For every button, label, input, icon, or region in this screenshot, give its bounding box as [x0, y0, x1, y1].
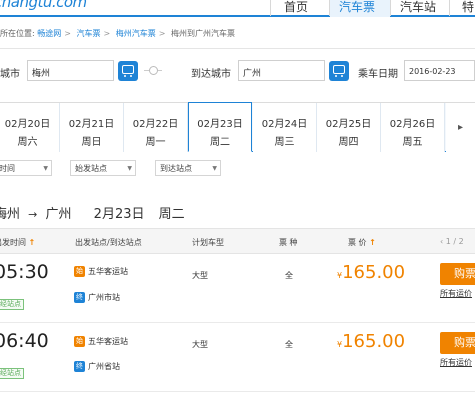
- breadcrumb-link[interactable]: 畅途网: [37, 29, 61, 38]
- breadcrumb-link[interactable]: 汽车票: [77, 29, 101, 38]
- sort-time-header[interactable]: 出发时间 ↑: [0, 237, 35, 248]
- date-tab[interactable]: 02月24日 周三: [253, 103, 317, 152]
- all-fares-link[interactable]: 所有运价: [440, 357, 472, 368]
- breadcrumb-sep: >: [64, 29, 71, 38]
- bus-type: 大型: [192, 340, 208, 349]
- date-tabs: 02月20日 周六 02月21日 周日 02月22日 周一 02月23日 周二 02月2…: [0, 102, 475, 152]
- end-station[interactable]: 终广州省站: [74, 361, 120, 372]
- route-connector-icon: [144, 65, 162, 77]
- nav-home[interactable]: 首页: [284, 0, 308, 15]
- start-icon: 始: [74, 336, 85, 347]
- buy-button[interactable]: 购票: [440, 263, 475, 285]
- end-icon: 终: [74, 361, 85, 372]
- bus-type-header: 计划车型: [192, 238, 224, 247]
- date-tab[interactable]: 02月21日 周日: [60, 103, 124, 152]
- via-stops-tag[interactable]: 经站点: [0, 299, 24, 310]
- depart-time: 06:40: [0, 330, 49, 352]
- start-icon: 始: [74, 266, 85, 277]
- date-tab[interactable]: 02月25日 周四: [317, 103, 381, 152]
- via-stops-tag[interactable]: 经站点: [0, 368, 24, 379]
- date-tab-active[interactable]: 02月23日 周二: [188, 102, 252, 152]
- ticket-type-header: 票 种: [279, 238, 298, 247]
- nav-divider: [270, 0, 271, 16]
- table-row: 05:30 经站点 始五华客运站 终广州市站 大型 全 ¥165.00 购票 所…: [0, 255, 475, 323]
- nav-bus-tickets[interactable]: 汽车票: [339, 0, 375, 15]
- route-heading: 梅州 → 广州 2月23日 周二: [0, 207, 185, 222]
- nav-special[interactable]: 特: [462, 0, 474, 15]
- ticket-type: 全: [285, 271, 293, 280]
- from-city-input[interactable]: 梅州: [27, 60, 114, 81]
- chevron-down-icon: ▼: [127, 165, 132, 172]
- chevron-down-icon: ▼: [212, 165, 217, 172]
- nav-divider: [390, 0, 391, 16]
- depart-time: 05:30: [0, 261, 49, 283]
- sort-up-icon: ↑: [28, 238, 36, 247]
- start-station[interactable]: 始五华客运站: [74, 266, 128, 277]
- sort-up-icon: ↑: [369, 238, 376, 247]
- date-label: 乘车日期: [358, 69, 398, 80]
- table-row: 06:40 经站点 始五华客运站 终广州省站 大型 全 ¥165.00 购票 所…: [0, 324, 475, 392]
- price: ¥165.00: [337, 262, 406, 283]
- breadcrumb-sep: >: [158, 29, 166, 38]
- breadcrumb-current: 梅州到广州汽车票: [171, 29, 235, 38]
- from-station-picker-button[interactable]: [118, 61, 138, 81]
- nav-divider: [449, 0, 450, 16]
- sort-price-header[interactable]: 票 价 ↑: [348, 237, 376, 248]
- date-next-button[interactable]: ▸: [446, 103, 475, 152]
- top-nav: changtu.com 首页 汽车票 汽车站 特: [0, 0, 475, 17]
- origin-filter-select[interactable]: 始发站点 ▼: [70, 160, 136, 176]
- breadcrumb: 所在位置: 畅途网 > 汽车票 > 梅州汽车票 > 梅州到广州汽车票: [0, 28, 235, 42]
- bus-icon: [333, 65, 345, 74]
- date-tab[interactable]: 02月26日 周五: [381, 103, 445, 152]
- buy-button[interactable]: 购票: [440, 332, 475, 354]
- date-tab[interactable]: 02月20日 周六: [0, 103, 60, 152]
- price: ¥165.00: [337, 331, 406, 352]
- results-table-header: 出发时间 ↑ 出发站点/到达站点 计划车型 票 种 票 价 ↑ ‹ 1 / 2: [0, 228, 475, 254]
- breadcrumb-link[interactable]: 梅州汽车票: [116, 29, 156, 38]
- chevron-right-icon: ▸: [457, 122, 464, 133]
- end-icon: 终: [74, 292, 85, 303]
- stations-header: 出发站点/到达站点: [75, 238, 142, 247]
- bus-icon: [122, 65, 134, 74]
- pager[interactable]: ‹ 1 / 2: [440, 237, 464, 246]
- dest-filter-select[interactable]: 到达站点 ▼: [155, 160, 221, 176]
- to-station-picker-button[interactable]: [329, 61, 349, 81]
- to-city-label: 到达城市: [191, 69, 231, 80]
- to-city-input[interactable]: 广州: [238, 60, 325, 81]
- time-filter-select[interactable]: 时间 ▼: [0, 160, 52, 176]
- date-tab[interactable]: 02月22日 周一: [124, 103, 188, 152]
- date-input[interactable]: 2016-02-23: [404, 60, 475, 81]
- divider: [0, 48, 475, 49]
- site-logo[interactable]: changtu.com: [0, 0, 87, 11]
- start-station[interactable]: 始五华客运站: [74, 336, 128, 347]
- nav-bus-stations[interactable]: 汽车站: [400, 0, 436, 15]
- end-station[interactable]: 终广州市站: [74, 292, 120, 303]
- chevron-down-icon: ▼: [43, 165, 48, 172]
- breadcrumb-prefix: 所在位置:: [0, 29, 35, 38]
- breadcrumb-sep: >: [103, 29, 111, 38]
- ticket-type: 全: [285, 340, 293, 349]
- from-city-label: 城市: [0, 69, 20, 80]
- bus-type: 大型: [192, 271, 208, 280]
- all-fares-link[interactable]: 所有运价: [440, 288, 472, 299]
